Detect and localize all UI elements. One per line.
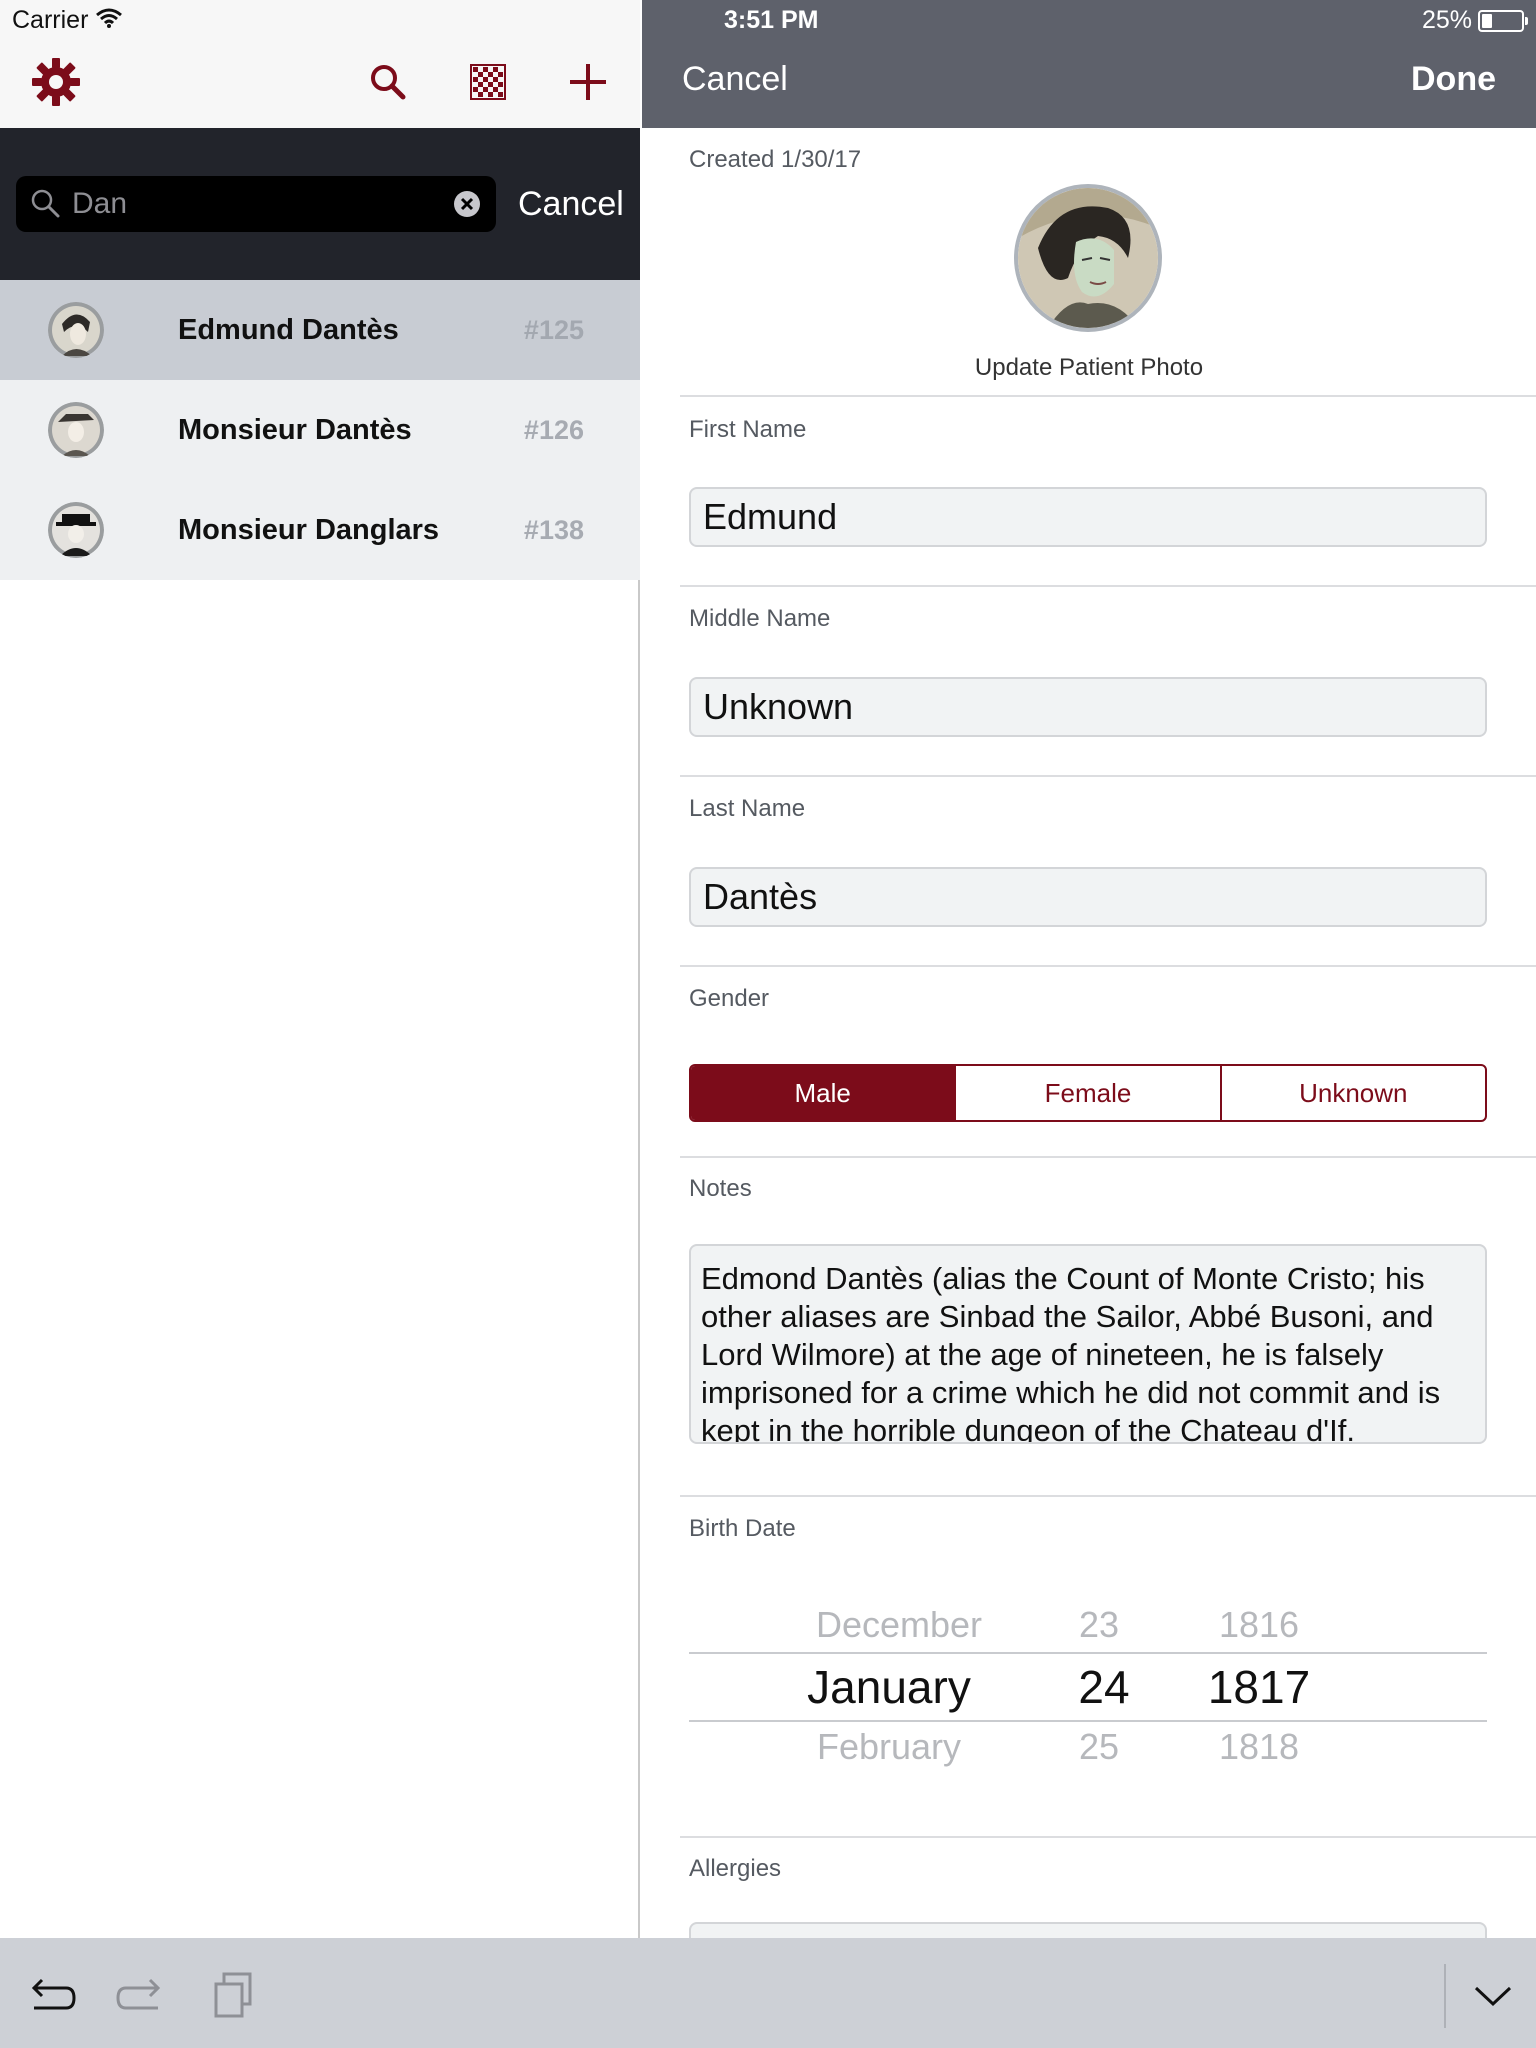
patient-number: #138 bbox=[523, 515, 584, 545]
checkerboard-icon[interactable] bbox=[462, 56, 514, 108]
gender-label: Gender bbox=[689, 985, 770, 1012]
picker-day-current[interactable]: 24 bbox=[1049, 1660, 1159, 1714]
keyboard-shortcut-bar bbox=[0, 1938, 1536, 2048]
clear-search-icon[interactable] bbox=[452, 189, 482, 219]
divider bbox=[680, 1836, 1536, 1838]
birth-date-label: Birth Date bbox=[689, 1515, 796, 1542]
status-bar-left: Carrier bbox=[12, 6, 123, 35]
plus-icon[interactable] bbox=[562, 56, 614, 108]
divider bbox=[680, 395, 1536, 397]
list-item[interactable]: Monsieur Dantès #126 bbox=[0, 380, 640, 480]
carrier-label: Carrier bbox=[12, 6, 89, 34]
redo-icon[interactable] bbox=[116, 1970, 166, 2020]
patient-number: #126 bbox=[523, 415, 584, 445]
avatar bbox=[48, 402, 104, 458]
divider bbox=[680, 775, 1536, 777]
picker-selection-line bbox=[689, 1652, 1487, 1654]
divider bbox=[1444, 1964, 1446, 2028]
patient-name: Monsieur Dantès bbox=[178, 414, 412, 446]
patient-name: Monsieur Danglars bbox=[178, 514, 440, 546]
picker-day-prev[interactable]: 23 bbox=[1049, 1604, 1149, 1646]
allergies-field[interactable] bbox=[689, 1922, 1487, 1938]
update-photo-button[interactable]: Update Patient Photo bbox=[642, 354, 1536, 382]
patient-list-pane: Carrier Dan Cancel Edmund Dantès #125 Mo… bbox=[0, 0, 640, 1938]
search-bar: Cancel bbox=[0, 128, 640, 280]
gender-option-unknown[interactable]: Unknown bbox=[1222, 1066, 1485, 1120]
undo-icon[interactable] bbox=[26, 1970, 76, 2020]
picker-month-current[interactable]: January bbox=[759, 1660, 1019, 1714]
picker-year-current[interactable]: 1817 bbox=[1179, 1660, 1339, 1714]
picker-year-prev[interactable]: 1816 bbox=[1189, 1604, 1329, 1646]
first-name-label: First Name bbox=[689, 416, 807, 443]
picker-month-prev[interactable]: December bbox=[789, 1604, 1009, 1646]
patient-number: #125 bbox=[523, 315, 584, 345]
cancel-button[interactable]: Cancel bbox=[682, 60, 788, 99]
picker-month-next[interactable]: February bbox=[779, 1726, 999, 1768]
avatar bbox=[48, 302, 104, 358]
picker-selection-line bbox=[689, 1720, 1487, 1722]
birth-date-picker[interactable]: December January February 23 24 25 1816 … bbox=[689, 1598, 1487, 1768]
last-name-field[interactable] bbox=[689, 867, 1487, 927]
list-item[interactable]: Edmund Dantès #125 bbox=[0, 280, 640, 380]
gender-segmented-control: Male Female Unknown bbox=[689, 1064, 1487, 1122]
divider bbox=[680, 1495, 1536, 1497]
divider bbox=[680, 585, 1536, 587]
hide-keyboard-icon[interactable] bbox=[1468, 1970, 1518, 2020]
gear-icon[interactable] bbox=[30, 56, 82, 108]
battery-percent: 25% bbox=[1421, 6, 1472, 34]
patient-photo[interactable] bbox=[1014, 184, 1162, 332]
wifi-icon bbox=[96, 6, 123, 35]
battery-indicator: 25% bbox=[1421, 6, 1528, 35]
gender-option-male[interactable]: Male bbox=[691, 1066, 957, 1120]
search-icon[interactable] bbox=[362, 56, 414, 108]
clock: 3:51 PM bbox=[724, 6, 819, 34]
avatar bbox=[48, 502, 104, 558]
divider bbox=[680, 1156, 1536, 1158]
search-input[interactable] bbox=[72, 184, 452, 224]
middle-name-label: Middle Name bbox=[689, 605, 831, 632]
search-icon bbox=[30, 188, 60, 223]
done-button[interactable]: Done bbox=[1411, 60, 1496, 99]
list-item[interactable]: Monsieur Danglars #138 bbox=[0, 480, 640, 580]
editor-nav-bar: 3:51 PM 25% Cancel Done bbox=[642, 0, 1536, 128]
first-name-field[interactable] bbox=[689, 487, 1487, 547]
middle-name-field[interactable] bbox=[689, 677, 1487, 737]
patient-editor-pane: 3:51 PM 25% Cancel Done Created 1/30/17 … bbox=[642, 0, 1536, 1938]
allergies-label: Allergies bbox=[689, 1855, 782, 1882]
created-date: Created 1/30/17 bbox=[689, 146, 862, 173]
search-field[interactable] bbox=[16, 176, 496, 232]
patient-name: Edmund Dantès bbox=[178, 314, 399, 346]
left-toolbar: Carrier bbox=[0, 0, 640, 128]
divider bbox=[680, 965, 1536, 967]
gender-option-female[interactable]: Female bbox=[956, 1066, 1222, 1120]
notes-field[interactable]: Edmond Dantès (alias the Count of Monte … bbox=[689, 1244, 1487, 1444]
paste-icon[interactable] bbox=[210, 1970, 260, 2020]
picker-day-next[interactable]: 25 bbox=[1049, 1726, 1149, 1768]
battery-icon bbox=[1478, 9, 1528, 32]
notes-label: Notes bbox=[689, 1175, 752, 1202]
last-name-label: Last Name bbox=[689, 795, 806, 822]
search-cancel-button[interactable]: Cancel bbox=[518, 176, 624, 232]
picker-year-next[interactable]: 1818 bbox=[1189, 1726, 1329, 1768]
